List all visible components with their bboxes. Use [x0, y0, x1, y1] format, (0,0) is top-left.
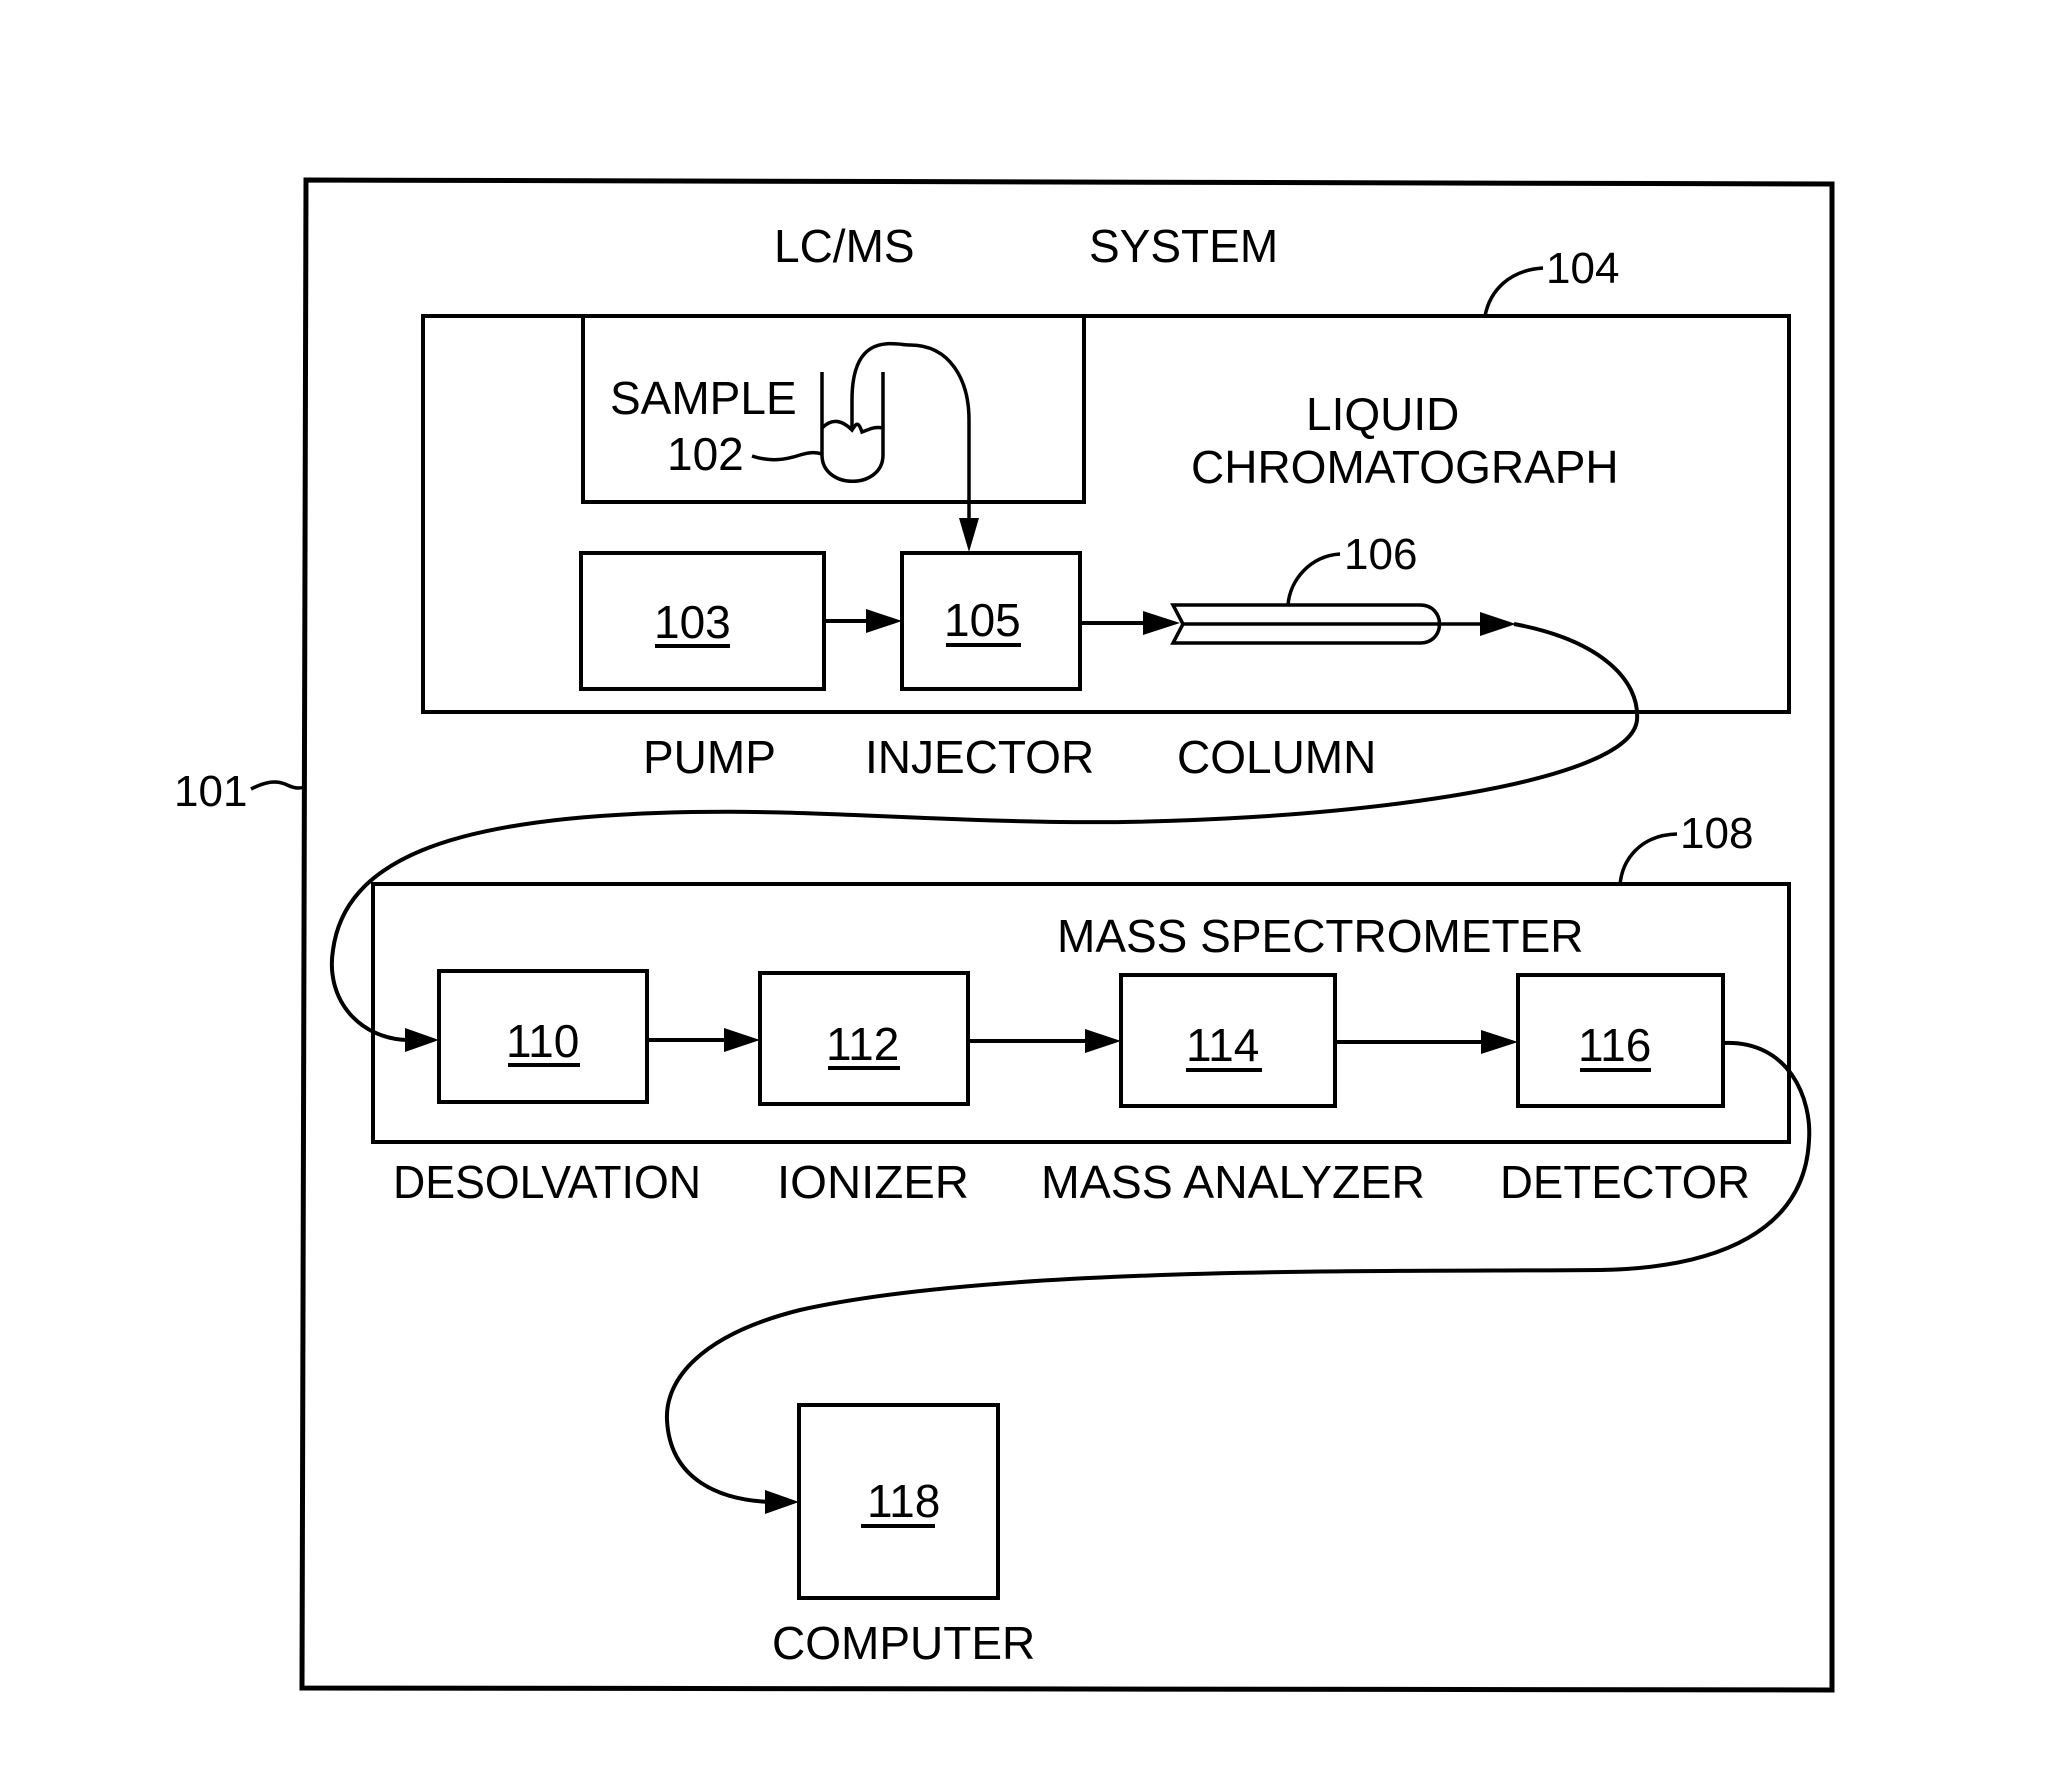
- arrowhead-to-desolation: [405, 1028, 439, 1052]
- arrowhead-112-114: [1085, 1029, 1121, 1053]
- lc-label-line1: LIQUID: [1306, 388, 1459, 440]
- arrowhead-110-112: [724, 1028, 760, 1052]
- arrow-to-injector: [959, 518, 979, 552]
- lcms-system-diagram: LC/MS SYSTEM 101 104 LIQUID CHROMATOGRAP…: [174, 177, 1835, 1693]
- ref-101: 101: [174, 767, 247, 816]
- injector-label: INJECTOR: [865, 731, 1094, 783]
- arrowhead-114-116: [1481, 1030, 1518, 1054]
- leader-104: [1483, 266, 1544, 317]
- arrowhead-injector-column: [1143, 611, 1180, 635]
- mass-analyzer-ref: 114: [1186, 1019, 1259, 1071]
- ionizer-ref: 112: [826, 1018, 899, 1070]
- title-system: SYSTEM: [1089, 220, 1278, 272]
- column-label: COLUMN: [1177, 731, 1376, 783]
- ref-104: 104: [1546, 244, 1619, 293]
- ref-108: 108: [1680, 809, 1753, 858]
- lc-to-ms-transfer-line: [329, 622, 1640, 1042]
- lc-label-line2: CHROMATOGRAPH: [1191, 441, 1619, 493]
- sample-label: SAMPLE: [610, 372, 797, 424]
- leader-101: [250, 780, 306, 791]
- pump-ref: 103: [654, 596, 731, 648]
- detector-ref: 116: [1578, 1019, 1651, 1071]
- arrowhead-to-computer: [765, 1490, 799, 1514]
- ref-106: 106: [1344, 530, 1417, 579]
- computer-ref: 118: [867, 1475, 940, 1527]
- desolation-label: DESOLVATION: [393, 1156, 701, 1208]
- leader-108: [1618, 832, 1678, 886]
- injector-ref: 105: [944, 594, 1021, 646]
- mass-analyzer-label: MASS ANALYZER: [1041, 1156, 1425, 1208]
- title-lcms: LC/MS: [774, 220, 915, 272]
- leader-102: [751, 450, 823, 462]
- detector-to-computer-line: [664, 1040, 1812, 1504]
- arrowhead-column-out: [1480, 612, 1516, 636]
- leader-106: [1286, 552, 1341, 606]
- sample-transfer-line: [850, 341, 971, 522]
- detector-label: DETECTOR: [1500, 1156, 1750, 1208]
- computer-label: COMPUTER: [772, 1617, 1035, 1669]
- pump-label: PUMP: [643, 731, 776, 783]
- desolation-ref: 110: [506, 1015, 579, 1067]
- ref-102: 102: [667, 428, 744, 480]
- ms-label: MASS SPECTROMETER: [1057, 910, 1584, 962]
- ionizer-label: IONIZER: [777, 1156, 969, 1208]
- arrowhead-pump-injector: [866, 609, 902, 633]
